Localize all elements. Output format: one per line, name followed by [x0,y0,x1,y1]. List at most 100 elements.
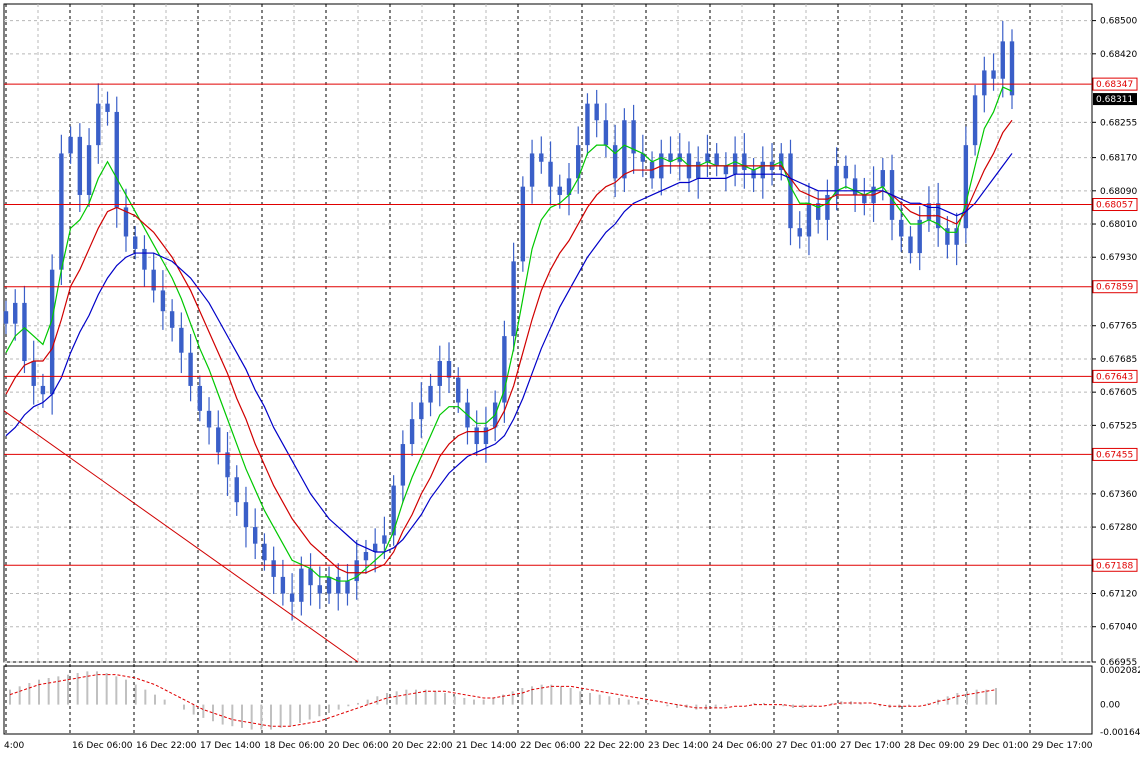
candle-body [428,385,433,403]
trading-chart[interactable]: 0.68500 0.68420 0.68255 0.68170 0.68090 0.680… [0,0,1140,756]
level-price-label: 0.67455 [1096,450,1133,460]
oscillator-axis-label: -0.001648 [1100,728,1140,738]
candle-body [723,165,729,175]
candle-body [419,402,424,420]
time-axis-label: 22 Dec 22:00 [584,741,645,751]
chart-canvas[interactable]: 0.68500 0.68420 0.68255 0.68170 0.68090 0.680… [0,0,1140,756]
time-axis-label: 27 Dec 17:00 [840,741,901,751]
candle-body [409,419,415,445]
candle-body [243,502,249,528]
candle-body [982,70,987,96]
candle-body [142,248,147,270]
candle-body [511,261,516,337]
price-axis-label: 0.67605 [1100,388,1137,398]
price-axis-label: 0.67280 [1100,523,1137,533]
candle-body [225,452,230,478]
candle-body [908,236,913,254]
time-axis-label: 17 Dec 14:00 [200,741,261,751]
candle-body [299,568,304,602]
candle-body [899,219,904,237]
candle-body [234,477,239,503]
candle-body [188,352,193,386]
candle-body [160,290,166,312]
candle-body [271,560,276,577]
level-price-label: 0.67188 [1096,561,1133,571]
price-axis-label: 0.67120 [1100,590,1137,600]
candle-body [603,120,609,146]
candle-body [797,228,802,237]
candle-body [760,161,766,179]
candle-body [972,95,978,146]
price-axis-label: 0.67765 [1100,322,1137,332]
candle-body [206,410,212,428]
candle-body [594,103,599,121]
candle-body [612,145,618,179]
level-price-label: 0.68057 [1096,201,1133,211]
level-price-label: 0.67643 [1096,372,1133,382]
candle-body [696,161,701,179]
price-axis-label: 0.67525 [1100,421,1137,431]
price-axis-label: 0.68255 [1100,118,1137,128]
candle-body [991,70,996,79]
time-axis-label: 16 Dec 22:00 [136,741,197,751]
candle-body [456,377,461,403]
oscillator-axis-label: 0.002082 [1100,666,1140,676]
current-price-label: 0.68311 [1096,95,1133,105]
candle-body [40,385,46,395]
candle-body [197,385,203,411]
oscillator-panel-frame [3,665,1093,735]
candle-body [59,153,64,270]
candle-body [585,103,590,146]
candle-body [622,120,627,179]
candle-body [289,593,295,602]
candle-body [216,427,221,453]
candle-body [446,361,452,378]
candle-body [852,178,858,195]
candle-body [529,153,535,187]
candle-body [151,269,156,291]
price-axis-label: 0.67685 [1100,355,1137,365]
time-axis-label: 20 Dec 06:00 [328,741,389,751]
candle-body [732,153,738,175]
candle-body [308,568,313,586]
candle-body [557,186,562,195]
price-axis-label: 0.67040 [1100,623,1137,633]
level-price-label: 0.68347 [1096,80,1133,90]
candle-body [742,153,747,171]
candle-body [68,136,73,154]
candle-body [843,165,849,179]
candle-body [252,527,258,544]
candle-body [788,153,793,229]
candle-body [13,302,18,324]
candle-body [917,219,922,254]
candle-body [437,361,442,386]
time-axis-label: 24 Dec 06:00 [712,741,773,751]
candle-body [705,153,710,162]
candle-body [474,427,479,445]
time-axis-label: 21 Dec 14:00 [456,741,517,751]
candle-body [548,161,553,187]
oscillator-axis-label: 0.00 [1100,701,1120,711]
time-axis-label: 20 Dec 22:00 [392,741,453,751]
time-axis-label: 29 Dec 17:00 [1032,741,1093,751]
candle-body [336,576,341,594]
candle-body [1000,41,1005,79]
candle-body [880,170,885,187]
level-price-label: 0.67859 [1096,283,1133,293]
candle-body [3,311,9,324]
candle-body [806,203,812,237]
candle-body [114,111,119,208]
candle-body [96,103,101,146]
candle-body [262,543,267,561]
time-axis-label: 23 Dec 14:00 [648,741,709,751]
candle-body [169,311,175,328]
candle-body [345,581,350,594]
time-axis-label: 29 Dec 01:00 [968,741,1029,751]
price-axis-label: 0.68010 [1100,220,1137,230]
time-axis-label: 27 Dec 01:00 [776,741,837,751]
candle-body [326,576,332,594]
time-axis-label: 16 Dec 06:00 [72,741,133,751]
candle-body [86,145,92,195]
candle-body [815,203,821,220]
candle-body [363,551,369,561]
